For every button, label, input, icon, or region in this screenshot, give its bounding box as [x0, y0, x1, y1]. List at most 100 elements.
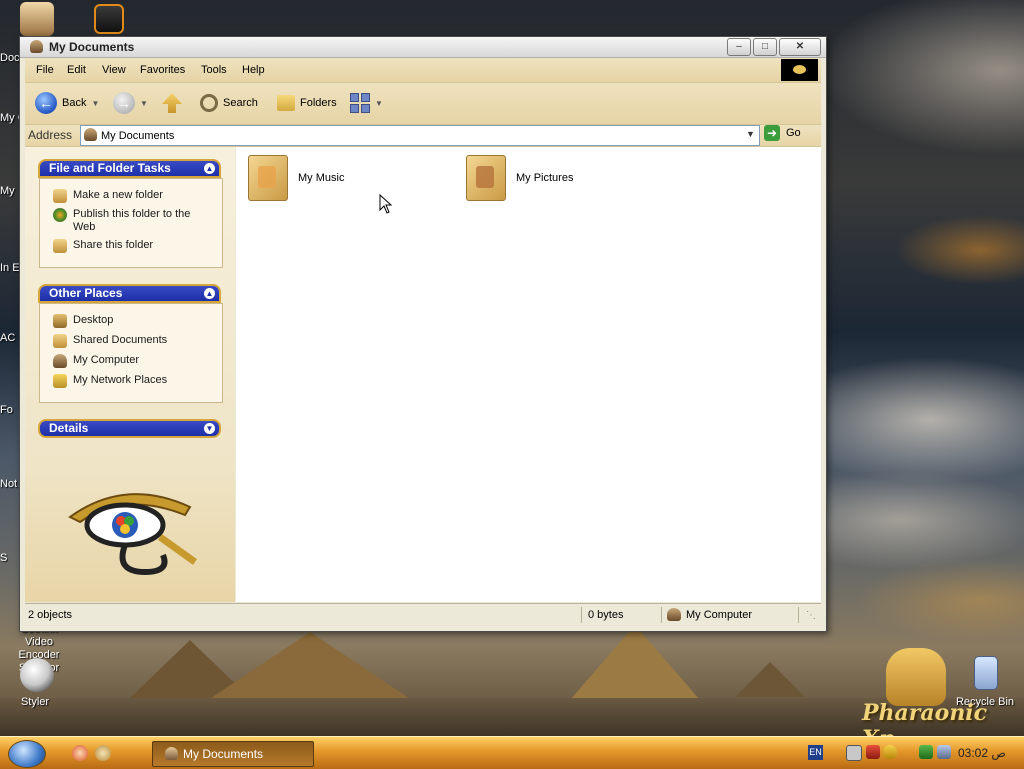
resize-grip-icon[interactable]: ⋱ [806, 610, 816, 621]
my-documents-taskbar-icon [165, 747, 178, 760]
window-title: My Documents [49, 40, 135, 54]
explorer-window: My Documents – □ ✕ File Edit View Favori… [19, 36, 827, 632]
up-button[interactable] [162, 91, 182, 115]
place-shared-documents[interactable]: Shared Documents [53, 334, 213, 348]
collapse-chevron-icon[interactable]: ▲ [204, 163, 215, 174]
place-my-computer-label: My Computer [73, 354, 140, 366]
menu-tools[interactable]: Tools [201, 64, 227, 76]
menu-edit[interactable]: Edit [67, 64, 86, 76]
standard-toolbar: ← Back ▼ → ▼ Search Folders ▼ [25, 83, 821, 125]
desktop-label-clipped-8: S [0, 552, 8, 564]
place-my-network-places-label: My Network Places [73, 374, 168, 386]
back-arrow-icon: ← [35, 92, 57, 114]
menu-favorites[interactable]: Favorites [140, 64, 185, 76]
views-button[interactable]: ▼ [350, 91, 383, 115]
place-desktop-label: Desktop [73, 314, 114, 326]
recycle-bin-icon[interactable] [974, 656, 998, 690]
go-arrow-icon: ➜ [764, 125, 780, 141]
styler-desktop-icon[interactable] [20, 658, 54, 692]
menu-view[interactable]: View [102, 64, 126, 76]
pharaonic-xp-brand: Pharaonic Xp [862, 700, 988, 736]
address-dropdown-icon[interactable]: ▼ [743, 127, 758, 142]
documents-desktop-icon[interactable] [20, 2, 54, 36]
task-publish-to-web-label: Publish this folder to the Web [73, 208, 191, 233]
folder-my-music-label: My Music [298, 172, 345, 184]
pyramid-far [735, 662, 805, 697]
taskbar-button-my-documents[interactable]: My Documents [152, 741, 314, 767]
shared-documents-icon [53, 334, 67, 348]
address-input[interactable]: My Documents ▼ [80, 125, 760, 146]
desktop-label-clipped-6: Fo [0, 404, 13, 416]
status-divider [661, 607, 662, 623]
title-bar[interactable]: My Documents – □ ✕ [20, 37, 826, 58]
go-button[interactable]: ➜ Go [764, 125, 801, 141]
folder-my-pictures[interactable]: My Pictures [466, 155, 573, 201]
other-places-panel: Desktop Shared Documents My Computer My … [39, 303, 223, 403]
file-folder-tasks-panel: Make a new folder Publish this folder to… [39, 178, 223, 268]
back-dropdown-icon[interactable]: ▼ [91, 99, 99, 108]
pharaoh-logo-icon [886, 648, 946, 706]
address-bar: Address My Documents ▼ ➜ Go [25, 125, 821, 147]
menu-help[interactable]: Help [242, 64, 265, 76]
status-divider [581, 607, 582, 623]
file-list-view[interactable]: My Music My Pictures [236, 147, 821, 602]
forward-button[interactable]: → ▼ [113, 91, 148, 115]
status-bar: 2 objects 0 bytes My Computer ⋱ [25, 603, 821, 626]
collapse-chevron-icon[interactable]: ▲ [204, 288, 215, 299]
language-indicator[interactable]: EN [808, 745, 823, 760]
publish-web-icon [53, 208, 67, 222]
forward-dropdown-icon[interactable]: ▼ [140, 99, 148, 108]
task-share-folder-label: Share this folder [73, 239, 154, 251]
details-header[interactable]: Details ▼ [38, 419, 221, 438]
views-dropdown-icon[interactable]: ▼ [375, 99, 383, 108]
tray-utility-icon[interactable] [937, 745, 951, 759]
place-my-network-places[interactable]: My Network Places [53, 374, 213, 388]
network-status-icon[interactable] [919, 745, 933, 759]
views-icon [350, 93, 370, 113]
place-my-computer[interactable]: My Computer [53, 354, 213, 368]
quicklaunch-pharaoh-icon[interactable] [95, 745, 111, 761]
other-places-header[interactable]: Other Places ▲ [38, 284, 221, 303]
desktop-label-clipped-7: Not [0, 478, 18, 490]
search-button[interactable]: Search [200, 91, 258, 115]
system-clock[interactable]: 03:02 ص [958, 746, 1006, 760]
file-folder-tasks-header[interactable]: File and Folder Tasks ▲ [38, 159, 221, 178]
tray-tool-icon[interactable] [866, 745, 880, 759]
eye-of-horus-artwork [68, 493, 198, 576]
task-publish-to-web[interactable]: Publish this folder to the Web [53, 208, 213, 234]
quicklaunch-browser-icon[interactable] [72, 745, 88, 761]
winamp-desktop-icon[interactable] [94, 4, 124, 34]
minimize-button[interactable]: – [727, 38, 751, 56]
security-shield-icon[interactable] [883, 745, 897, 759]
task-share-folder[interactable]: Share this folder [53, 239, 213, 253]
expand-chevron-icon[interactable]: ▼ [204, 423, 215, 434]
my-documents-small-icon [84, 128, 97, 141]
search-icon [200, 94, 218, 112]
folders-icon [277, 95, 295, 111]
desktop-label-clipped-3: My [0, 185, 15, 197]
close-button[interactable]: ✕ [779, 38, 821, 56]
task-make-new-folder[interactable]: Make a new folder [53, 189, 213, 203]
menu-file[interactable]: File [36, 64, 54, 76]
place-desktop[interactable]: Desktop [53, 314, 213, 328]
styler-label[interactable]: Styler [12, 696, 58, 708]
back-label: Back [62, 97, 87, 109]
taskbar: My Documents EN 03:02 ص [0, 736, 1024, 769]
desktop-icon [53, 314, 67, 328]
status-size: 0 bytes [588, 609, 624, 621]
go-label: Go [786, 127, 801, 139]
pyramid-right [570, 625, 700, 700]
file-folder-tasks-title: File and Folder Tasks [49, 161, 171, 175]
folders-label: Folders [300, 97, 337, 109]
address-label: Address [28, 128, 73, 142]
menu-bar: File Edit View Favorites Tools Help [25, 58, 821, 83]
my-documents-icon [30, 40, 43, 53]
back-button[interactable]: ← Back ▼ [35, 91, 99, 115]
folder-my-pictures-label: My Pictures [516, 172, 574, 184]
maximize-button[interactable]: □ [753, 38, 777, 56]
start-button[interactable] [8, 740, 46, 768]
windows-flag-throbber [781, 59, 818, 81]
tray-window-icon[interactable] [846, 745, 862, 761]
folder-my-music[interactable]: My Music [248, 155, 344, 201]
folders-button[interactable]: Folders [277, 91, 337, 115]
